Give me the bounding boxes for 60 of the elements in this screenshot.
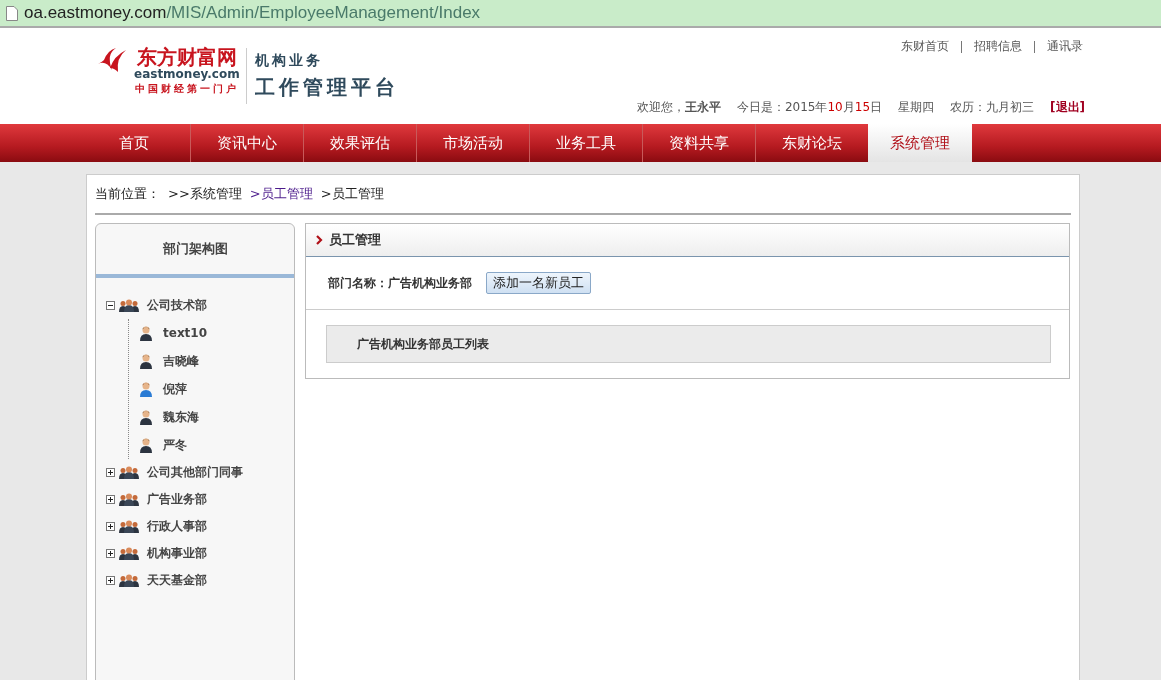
employee-item[interactable]: text10	[163, 326, 208, 340]
people-group-icon	[119, 574, 139, 587]
person-icon	[139, 437, 153, 453]
department-item[interactable]: 行政人事部	[147, 518, 207, 535]
top-link[interactable]: 招聘信息	[974, 38, 1022, 55]
nav-tab[interactable]: 市场活动	[417, 124, 530, 162]
panel-title: 员工管理	[329, 231, 381, 249]
employee-item[interactable]: 倪萍	[163, 380, 187, 398]
expand-toggle-icon[interactable]	[106, 468, 115, 477]
department-item[interactable]: 机构事业部	[147, 545, 207, 562]
department-item[interactable]: 公司技术部	[147, 297, 207, 314]
collapse-toggle-icon[interactable]	[106, 301, 115, 310]
date-text: 今日是：2015年10月 15 日	[736, 99, 883, 116]
breadcrumb-link[interactable]: >员工管理	[249, 185, 313, 203]
logo-name: 东方财富网	[136, 46, 237, 68]
nav-tab[interactable]: 业务工具	[530, 124, 643, 162]
breadcrumb-item: >>系统管理	[168, 185, 242, 203]
add-employee-button[interactable]: 添加一名新员工	[486, 272, 591, 294]
employee-item[interactable]: 吉晓峰	[163, 352, 199, 370]
logout-link[interactable]: [退出]	[1050, 99, 1085, 116]
top-link[interactable]: 东财首页	[901, 38, 949, 55]
breadcrumb-item: >员工管理	[320, 185, 384, 203]
nav-tab[interactable]: 首页	[78, 124, 191, 162]
department-item[interactable]: 广告业务部	[147, 491, 207, 508]
employee-item[interactable]: 魏东海	[163, 408, 199, 426]
people-group-icon	[119, 493, 139, 506]
sidebar-title: 部门架构图	[96, 224, 294, 278]
logo-site: eastmoney.com	[134, 68, 240, 81]
lunar-date-text: 农历：九月初三	[950, 99, 1035, 116]
expand-toggle-icon[interactable]	[106, 576, 115, 585]
people-group-icon	[119, 520, 139, 533]
person-icon	[139, 381, 153, 397]
expand-toggle-icon[interactable]	[106, 549, 115, 558]
nav-tab[interactable]: 系统管理	[868, 124, 972, 162]
logo-slogan: 中国财经第一门户	[134, 82, 239, 96]
platform-title: 工作管理平台	[254, 74, 399, 101]
page-icon	[6, 5, 18, 21]
nav-tab[interactable]: 资料共享	[643, 124, 756, 162]
nav-tab[interactable]: 资讯中心	[191, 124, 304, 162]
department-item[interactable]: 天天基金部	[147, 572, 207, 589]
nav-tab[interactable]: 东财论坛	[756, 124, 868, 162]
welcome-text: 欢迎您，王永平	[636, 99, 721, 116]
chevron-icon	[316, 235, 323, 245]
people-group-icon	[119, 547, 139, 560]
employee-list-header: 广告机构业务部员工列表	[326, 325, 1051, 363]
department-name-text: 部门名称：广告机构业务部	[328, 274, 472, 292]
person-icon	[139, 409, 153, 425]
top-link[interactable]: 通讯录	[1047, 38, 1083, 55]
expand-toggle-icon[interactable]	[106, 522, 115, 531]
nav-tab[interactable]: 效果评估	[304, 124, 417, 162]
platform-subtitle: 机构业务	[254, 52, 324, 70]
person-icon	[139, 353, 153, 369]
department-item[interactable]: 公司其他部门同事	[147, 464, 243, 481]
expand-toggle-icon[interactable]	[106, 495, 115, 504]
people-group-icon	[119, 299, 139, 312]
weekday-text: 星期四	[898, 99, 935, 116]
people-group-icon	[119, 466, 139, 479]
person-icon	[139, 325, 153, 341]
breadcrumb-label: 当前位置：	[95, 185, 160, 203]
employee-item[interactable]: 严冬	[163, 436, 187, 454]
